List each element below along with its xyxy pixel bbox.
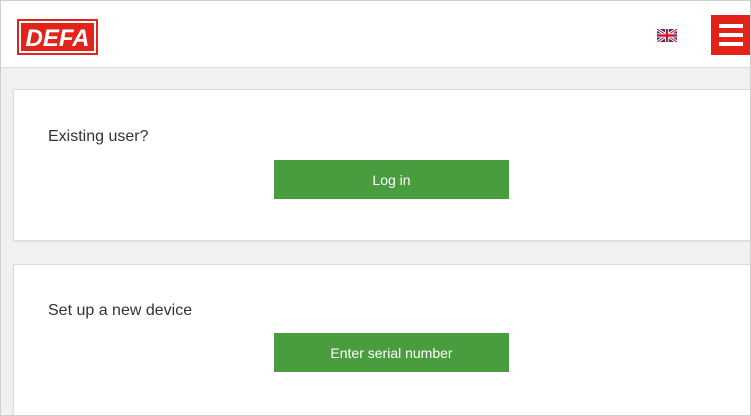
enter-serial-number-button[interactable]: Enter serial number <box>274 333 509 372</box>
existing-user-title: Existing user? <box>48 128 149 145</box>
new-device-title: Set up a new device <box>48 302 193 319</box>
login-button[interactable]: Log in <box>274 160 509 199</box>
hamburger-menu-button[interactable] <box>711 15 750 55</box>
hamburger-menu-icon <box>719 24 743 28</box>
existing-user-card: Existing user? Log in <box>13 89 750 241</box>
new-device-card: Set up a new device Enter serial number <box>13 264 750 415</box>
defa-logo[interactable]: DEFA <box>17 19 98 55</box>
top-header: DEFA <box>1 1 750 68</box>
uk-flag-icon[interactable] <box>657 29 677 42</box>
svg-text:DEFA: DEFA <box>25 25 89 52</box>
app-frame: DEFA Existing user? Log in Set up a new … <box>0 0 751 416</box>
